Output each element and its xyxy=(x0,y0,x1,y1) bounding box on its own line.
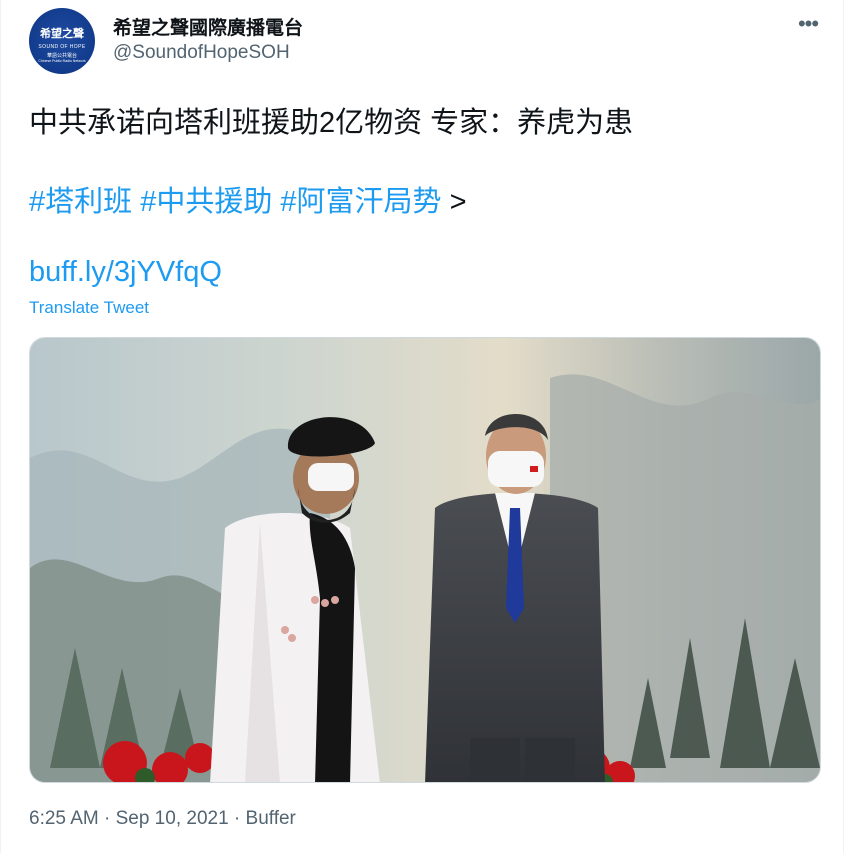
hashtag-afghanistan[interactable]: #阿富汗局势 xyxy=(280,186,441,218)
avatar-logo-subtitle: 華語公共電台 xyxy=(46,53,77,59)
more-horizontal-icon: ••• xyxy=(797,11,819,36)
hashtag-ccp-aid[interactable]: #中共援助 xyxy=(140,186,272,218)
avatar[interactable]: 希望之聲 SOUND OF HOPE 華語公共電台 Chinese Public… xyxy=(29,8,95,74)
author-handle[interactable]: @SoundofHopeSOH xyxy=(113,42,290,64)
avatar-logo-text: 希望之聲 xyxy=(40,27,84,40)
tweet-link[interactable]: buff.ly/3jYVfqQ xyxy=(29,256,222,289)
tweet-card: 希望之聲 SOUND OF HOPE 華語公共電台 Chinese Public… xyxy=(0,0,844,853)
photo-two-men-standing xyxy=(30,338,820,782)
translate-tweet-link[interactable]: Translate Tweet xyxy=(29,298,149,318)
avatar-logo-english: SOUND OF HOPE xyxy=(38,44,86,50)
hashtag-taliban[interactable]: #塔利班 xyxy=(29,186,132,218)
hashtag-suffix: > xyxy=(441,186,467,218)
tweet-text: 中共承诺向塔利班援助2亿物资 专家：养虎为患 xyxy=(29,107,634,139)
avatar-logo-subtitle-en: Chinese Public Radio Network xyxy=(38,59,86,63)
more-options-button[interactable]: ••• xyxy=(793,10,823,38)
author-display-name[interactable]: 希望之聲國際廣播電台 xyxy=(113,13,303,40)
tweet-photo[interactable] xyxy=(29,337,821,783)
tweet-hashtags: #塔利班 #中共援助 #阿富汗局势 > xyxy=(29,178,467,220)
tweet-timestamp-source[interactable]: 6:25 AM · Sep 10, 2021 · Buffer xyxy=(29,808,296,830)
